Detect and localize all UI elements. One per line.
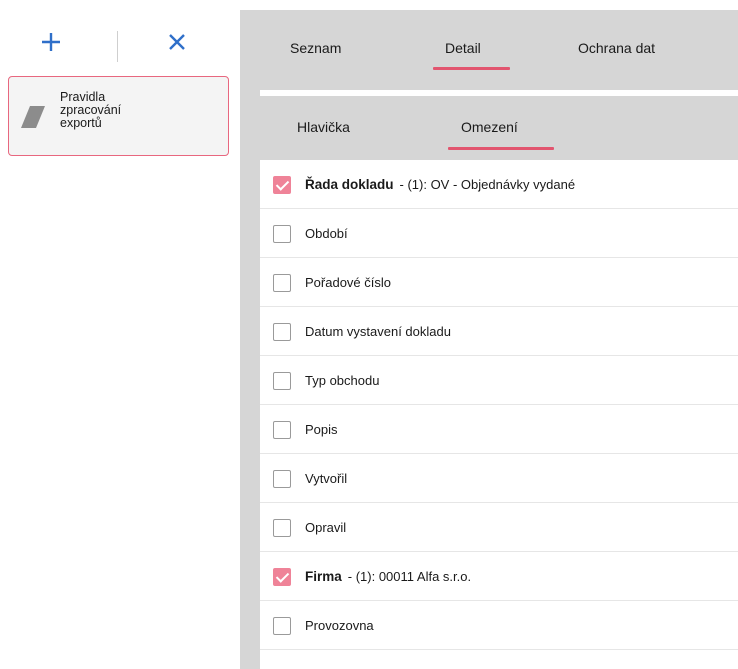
filter-label: Řada dokladu <box>305 177 394 192</box>
close-icon <box>169 34 185 50</box>
filter-row-firma[interactable]: Firma - (1): 00011 Alfa s.r.o. <box>260 552 738 601</box>
tab-content-divider <box>260 90 738 96</box>
plus-icon <box>42 33 60 51</box>
filter-label: Provozovna <box>305 618 374 633</box>
filter-row-opravil[interactable]: Opravil <box>260 503 738 552</box>
checkbox[interactable] <box>273 421 291 439</box>
sidebar-item-pravidla[interactable]: Pravidla zpracování exportů <box>8 76 229 156</box>
subtab-omezeni[interactable]: Omezení <box>461 119 518 135</box>
active-subtab-indicator <box>448 147 554 150</box>
add-button[interactable] <box>37 28 65 56</box>
filter-row-obdobi[interactable]: Období <box>260 209 738 258</box>
filter-value: - (1): 00011 Alfa s.r.o. <box>347 569 472 584</box>
filter-row-provozovna[interactable]: Provozovna <box>260 601 738 650</box>
filter-label: Datum vystavení dokladu <box>305 324 451 339</box>
checkbox[interactable] <box>273 225 291 243</box>
filter-list: Řada dokladu - (1): OV - Objednávky vydan… <box>260 160 738 669</box>
toolbar-divider <box>117 31 118 62</box>
checkbox[interactable] <box>273 470 291 488</box>
checkbox[interactable] <box>273 323 291 341</box>
delete-button[interactable] <box>163 28 191 56</box>
sidebar-item-label: Pravidla zpracování exportů <box>60 90 122 130</box>
filter-label: Pořadové číslo <box>305 275 391 290</box>
left-panel: Pravidla zpracování exportů <box>0 0 240 669</box>
subtab-hlavicka[interactable]: Hlavička <box>297 119 350 135</box>
filter-value: - (1): OV - Objednávky vydané <box>399 177 576 192</box>
filter-label: Období <box>305 226 348 241</box>
checkbox[interactable] <box>273 568 291 586</box>
active-tab-indicator <box>433 67 510 70</box>
filter-label: Firma <box>305 569 342 584</box>
filter-label: Typ obchodu <box>305 373 380 388</box>
filter-label: Vytvořil <box>305 471 348 486</box>
filter-row-typ-obchodu[interactable]: Typ obchodu <box>260 356 738 405</box>
detail-panel: Seznam Detail Ochrana dat Hlavička Omeze… <box>240 10 738 669</box>
checkbox[interactable] <box>273 519 291 537</box>
checkbox[interactable] <box>273 617 291 635</box>
tab-detail[interactable]: Detail <box>445 40 481 56</box>
filter-row-rada-dokladu[interactable]: Řada dokladu - (1): OV - Objednávky vydan… <box>260 160 738 209</box>
filter-label: Popis <box>305 422 338 437</box>
filter-row-poradove-cislo[interactable]: Pořadové číslo <box>260 258 738 307</box>
tab-seznam[interactable]: Seznam <box>290 40 341 56</box>
tab-ochrana-dat[interactable]: Ochrana dat <box>578 40 655 56</box>
filter-row-vytvoril[interactable]: Vytvořil <box>260 454 738 503</box>
checkbox[interactable] <box>273 176 291 194</box>
filter-row-datum-vystaveni[interactable]: Datum vystavení dokladu <box>260 307 738 356</box>
checkbox[interactable] <box>273 372 291 390</box>
checkbox[interactable] <box>273 274 291 292</box>
filter-label: Opravil <box>305 520 347 535</box>
document-shape-icon <box>21 106 45 128</box>
filter-row-popis[interactable]: Popis <box>260 405 738 454</box>
